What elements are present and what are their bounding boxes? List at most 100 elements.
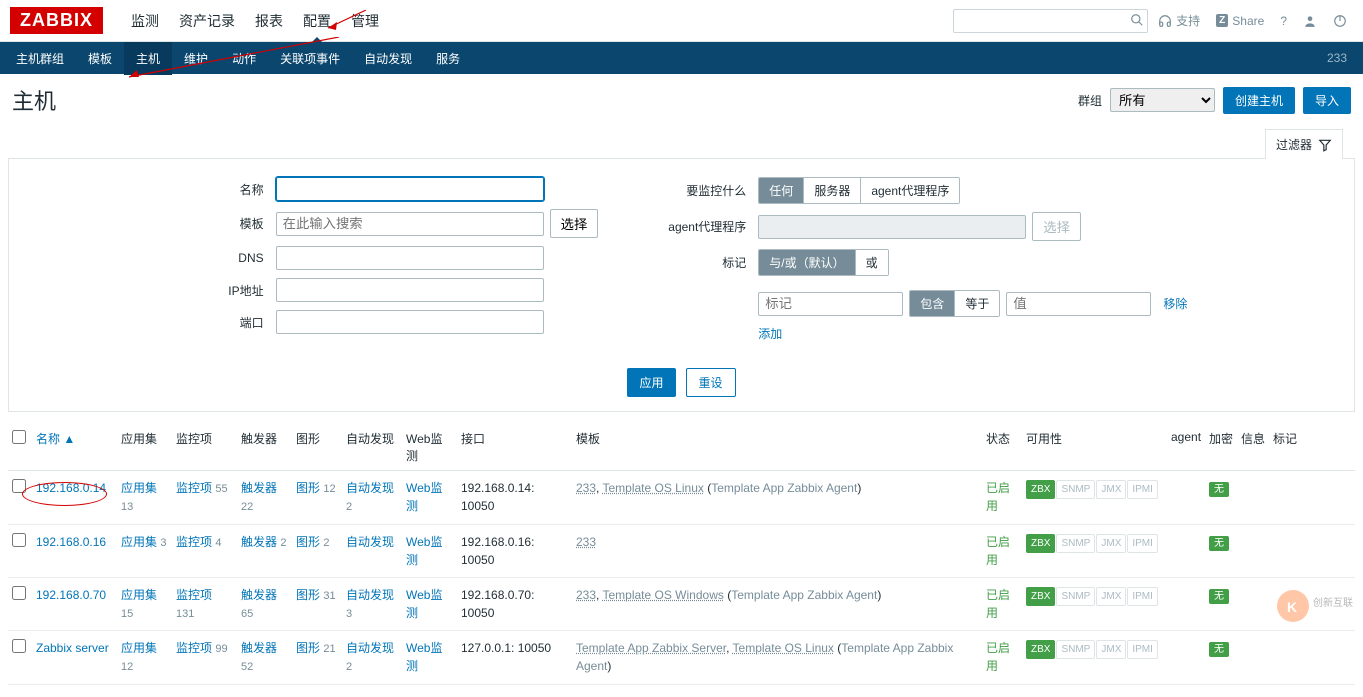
triggers-link[interactable]: 触发器 [241,481,277,495]
avail-badge: SNMP [1056,587,1095,606]
items-link[interactable]: 监控项 [176,481,212,495]
add-tag-link[interactable]: 添加 [758,325,782,342]
graphs-link[interactable]: 图形 [296,588,320,602]
template-link[interactable]: 233 [576,588,596,602]
user-icon[interactable] [1297,10,1323,32]
filter-name-input[interactable] [276,177,544,201]
search-input[interactable] [953,9,1148,33]
search-icon[interactable] [1130,13,1144,28]
row-checkbox[interactable] [12,479,26,493]
discovery-link[interactable]: 自动发现 [346,535,394,549]
tag-value-input[interactable] [1006,292,1151,316]
help-icon[interactable]: ? [1274,10,1293,32]
filter-tab[interactable]: 过滤器 [1265,129,1343,159]
sub-nav-item[interactable]: 服务 [424,42,472,75]
table-row: 192.168.0.14应用集 13监控项 55触发器 22图形 12自动发现 … [8,471,1355,525]
top-nav-item[interactable]: 配置 [293,0,341,42]
status-link[interactable]: 已启用 [986,481,1010,513]
group-select[interactable]: 所有 [1110,88,1215,112]
items-link[interactable]: 监控项 [176,641,212,655]
web-link[interactable]: Web监测 [406,535,442,567]
row-checkbox[interactable] [12,639,26,653]
sub-nav-item[interactable]: 自动发现 [352,42,424,75]
sub-nav-item[interactable]: 动作 [220,42,268,75]
triggers-link[interactable]: 触发器 [241,535,277,549]
host-name-link[interactable]: 192.168.0.14 [36,481,106,495]
web-link[interactable]: Web监测 [406,588,442,620]
avail-badge: JMX [1096,534,1126,553]
apps-link[interactable]: 应用集 [121,641,157,655]
avail-badge: ZBX [1026,480,1055,499]
top-nav-item[interactable]: 资产记录 [169,0,245,42]
logout-icon[interactable] [1327,10,1353,32]
host-name-link[interactable]: 192.168.0.70 [36,588,106,602]
select-all-checkbox[interactable] [12,430,26,444]
svg-text:创新互联: 创新互联 [1313,596,1353,609]
segment-option[interactable]: 服务器 [804,178,861,203]
segment-option[interactable]: agent代理程序 [861,178,959,203]
template-link[interactable]: Template OS Windows [602,588,723,602]
graphs-link[interactable]: 图形 [296,641,320,655]
discovery-link[interactable]: 自动发现 [346,588,394,602]
graphs-link[interactable]: 图形 [296,481,320,495]
filter-template-input[interactable] [276,212,544,236]
share-link[interactable]: Z Share [1210,10,1270,32]
filter-port-label: 端口 [176,314,276,331]
status-link[interactable]: 已启用 [986,535,1010,567]
template-link[interactable]: Template OS Linux [733,641,834,655]
row-checkbox[interactable] [12,586,26,600]
filter-ip-input[interactable] [276,278,544,302]
sub-nav-item[interactable]: 主机 [124,42,172,75]
apps-link[interactable]: 应用集 [121,535,157,549]
segment-option[interactable]: 包含 [910,291,955,316]
segment-option[interactable]: 与/或（默认） [759,250,855,275]
web-link[interactable]: Web监测 [406,481,442,513]
watermark: K创新互联 [1273,586,1363,629]
import-button[interactable]: 导入 [1303,87,1351,114]
create-host-button[interactable]: 创建主机 [1223,87,1295,114]
sub-nav-item[interactable]: 主机群组 [4,42,76,75]
remove-tag-link[interactable]: 移除 [1163,295,1187,312]
top-nav-item[interactable]: 报表 [245,0,293,42]
segment-option[interactable]: 或 [856,250,888,275]
sub-nav-item[interactable]: 维护 [172,42,220,75]
sub-nav-item[interactable]: 关联项事件 [268,42,352,75]
apps-link[interactable]: 应用集 [121,481,157,495]
support-link[interactable]: 支持 [1152,8,1206,33]
sub-nav-item[interactable]: 模板 [76,42,124,75]
filter-dns-input[interactable] [276,246,544,270]
logo[interactable]: ZABBIX [10,7,103,34]
apps-link[interactable]: 应用集 [121,588,157,602]
web-link[interactable]: Web监测 [406,641,442,673]
discovery-link[interactable]: 自动发现 [346,641,394,655]
reset-button[interactable]: 重设 [686,368,736,397]
host-name-link[interactable]: Zabbix server [36,641,109,655]
apply-button[interactable]: 应用 [627,368,675,397]
col-name[interactable]: 名称 ▲ [36,432,75,446]
discovery-link[interactable]: 自动发现 [346,481,394,495]
template-link[interactable]: 233 [576,535,596,549]
template-link[interactable]: Template App Zabbix Server [576,641,726,655]
template-sublink[interactable]: Template App Zabbix Agent [711,481,857,495]
triggers-link[interactable]: 触发器 [241,588,277,602]
filter-tags-label: 标记 [658,254,758,271]
row-checkbox[interactable] [12,533,26,547]
tag-name-input[interactable] [758,292,903,316]
host-name-link[interactable]: 192.168.0.16 [36,535,106,549]
top-nav-item[interactable]: 管理 [341,0,389,42]
template-select-button[interactable]: 选择 [550,209,599,238]
graphs-link[interactable]: 图形 [296,535,320,549]
template-link[interactable]: Template OS Linux [602,481,703,495]
top-nav-item[interactable]: 监测 [121,0,169,42]
items-link[interactable]: 监控项 [176,588,212,602]
status-link[interactable]: 已启用 [986,641,1010,673]
filter-port-input[interactable] [276,310,544,334]
encryption-badge: 无 [1209,536,1229,551]
triggers-link[interactable]: 触发器 [241,641,277,655]
segment-option[interactable]: 任何 [759,178,804,203]
template-link[interactable]: 233 [576,481,596,495]
segment-option[interactable]: 等于 [955,291,999,316]
items-link[interactable]: 监控项 [176,535,212,549]
template-sublink[interactable]: Template App Zabbix Agent [731,588,877,602]
status-link[interactable]: 已启用 [986,588,1010,620]
